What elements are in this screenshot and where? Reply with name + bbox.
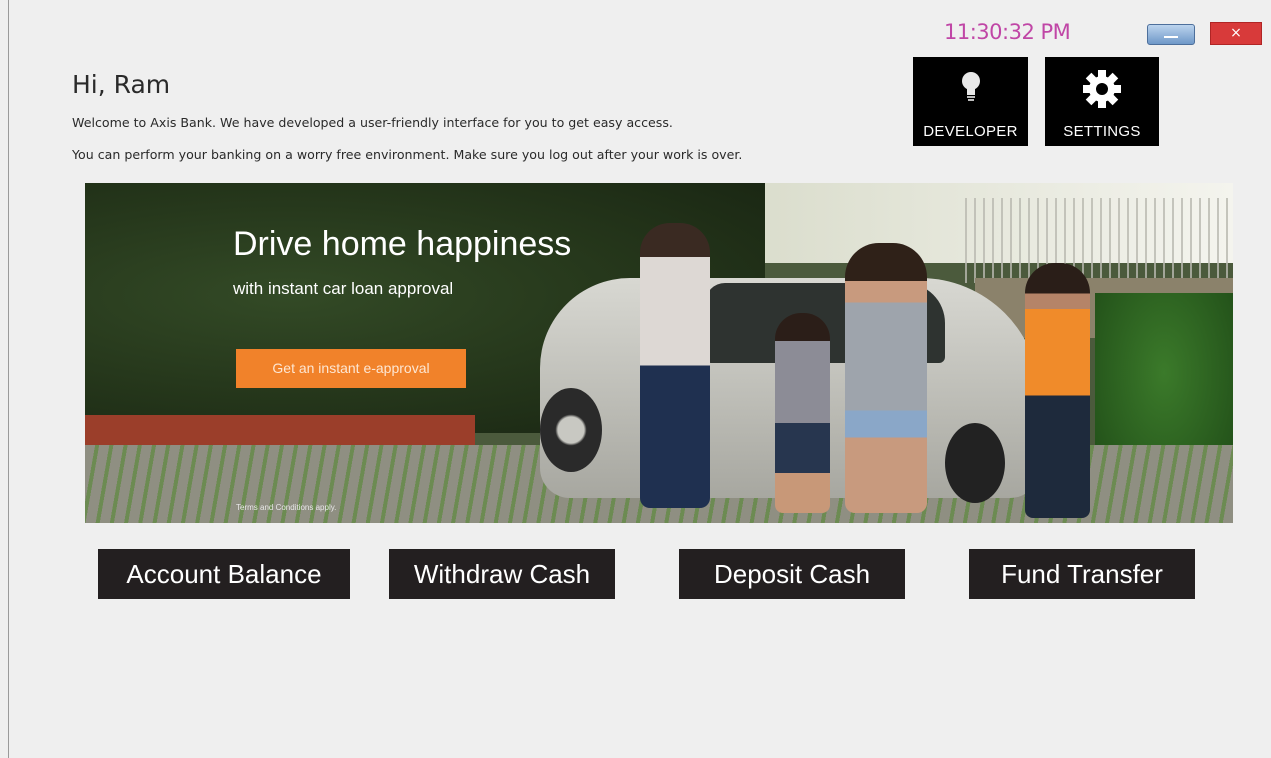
welcome-text-line-2: You can perform your banking on a worry …: [72, 147, 743, 162]
banner-car-wheel: [945, 423, 1005, 503]
gear-icon: [1083, 70, 1121, 108]
clock: 11:30:32 PM: [944, 20, 1071, 44]
fund-transfer-button[interactable]: Fund Transfer: [969, 549, 1195, 599]
banner-fence: [965, 198, 1233, 283]
close-button[interactable]: ×: [1210, 22, 1262, 45]
banner-terms: Terms and Conditions apply.: [236, 503, 337, 512]
banner-man: [1025, 263, 1090, 518]
promo-banner[interactable]: Drive home happiness with instant car lo…: [85, 183, 1233, 523]
e-approval-button[interactable]: Get an instant e-approval: [236, 349, 466, 388]
window-edge-line: [8, 0, 9, 758]
lightbulb-icon: [961, 72, 980, 101]
banner-car-wheel: [540, 388, 602, 472]
withdraw-cash-button[interactable]: Withdraw Cash: [389, 549, 615, 599]
close-icon: ×: [1230, 25, 1242, 41]
banner-boy: [775, 313, 830, 513]
welcome-text-line-1: Welcome to Axis Bank. We have developed …: [72, 115, 673, 130]
banner-subtitle: with instant car loan approval: [233, 279, 454, 298]
developer-tile[interactable]: DEVELOPER: [913, 57, 1028, 146]
greeting: Hi, Ram: [72, 70, 171, 99]
banner-title: Drive home happiness: [233, 225, 572, 263]
banner-girl: [845, 243, 927, 513]
banner-woman: [640, 223, 710, 508]
developer-label: DEVELOPER: [923, 123, 1018, 140]
settings-tile[interactable]: SETTINGS: [1045, 57, 1159, 146]
account-balance-button[interactable]: Account Balance: [98, 549, 350, 599]
deposit-cash-button[interactable]: Deposit Cash: [679, 549, 905, 599]
settings-label: SETTINGS: [1063, 123, 1141, 140]
minimize-button[interactable]: [1147, 24, 1195, 45]
